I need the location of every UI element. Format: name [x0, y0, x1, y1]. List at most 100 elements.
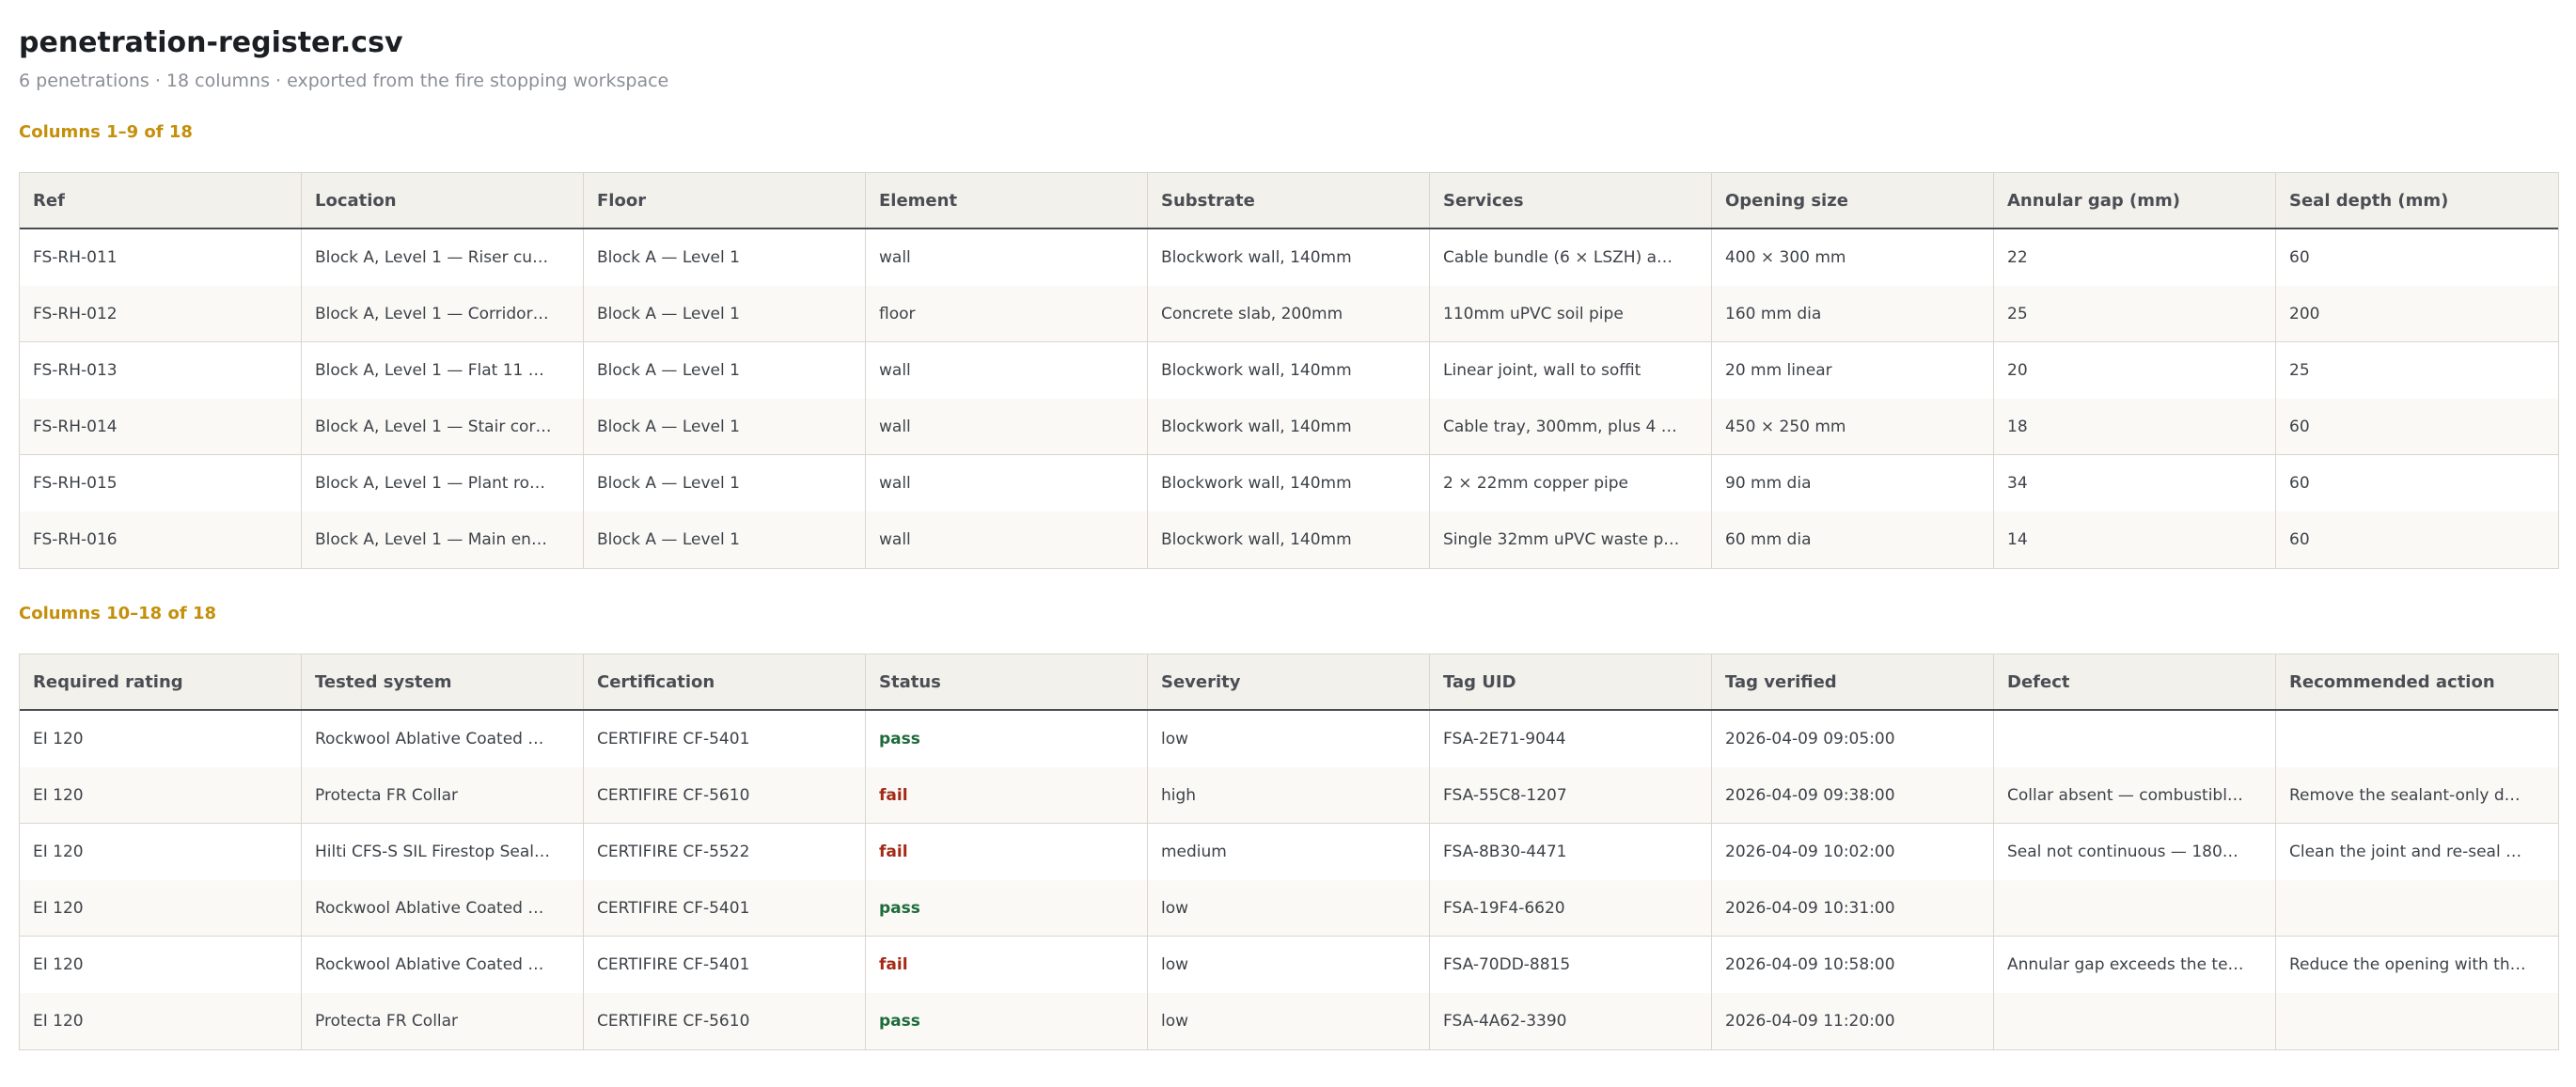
table-header-row: Ref Location Floor Element Substrate Services… [20, 173, 2558, 229]
column-header-label: Services [1443, 190, 1524, 211]
table-cell-recommended-action: Clean the joint and re-seal … [2276, 824, 2558, 880]
table-row[interactable]: FS-RH-013 Block A, Level 1 — Flat 11 … Blo… [20, 342, 2558, 399]
table-cell-annular-gap-mm: 14 [1994, 512, 2276, 568]
cell-value: high [1161, 785, 1197, 805]
table-cell-tested-system: Protecta FR Collar [302, 767, 584, 823]
column-header-element[interactable]: Element [866, 173, 1148, 228]
table-cell-defect: Seal not continuous — 180… [1994, 824, 2276, 880]
column-header-location[interactable]: Location [302, 173, 584, 228]
column-header-ref[interactable]: Ref [20, 173, 302, 228]
table-cell-seal-depth-mm: 60 [2276, 229, 2558, 286]
table-cell-services: 2 × 22mm copper pipe [1430, 455, 1712, 512]
table-cell-defect [1994, 993, 2276, 1049]
cell-value: Blockwork wall, 140mm [1161, 530, 1352, 549]
table-cell-required-rating: EI 120 [20, 711, 302, 767]
column-header-defect[interactable]: Defect [1994, 654, 2276, 709]
table-cell-seal-depth-mm: 60 [2276, 399, 2558, 454]
column-header-tested-system[interactable]: Tested system [302, 654, 584, 709]
column-header-services[interactable]: Services [1430, 173, 1712, 228]
column-header-seal-depth-mm[interactable]: Seal depth (mm) [2276, 173, 2558, 228]
table-cell-seal-depth-mm: 25 [2276, 342, 2558, 399]
cell-value: 25 [2007, 304, 2028, 323]
table-row[interactable]: EI 120 Rockwool Ablative Coated … CERTIFIR… [20, 880, 2558, 937]
table-row[interactable]: EI 120 Rockwool Ablative Coated … CERTIFIR… [20, 937, 2558, 993]
column-header-floor[interactable]: Floor [584, 173, 866, 228]
cell-value: 160 mm dia [1725, 304, 1822, 323]
table-row[interactable]: FS-RH-015 Block A, Level 1 — Plant ro… Blo… [20, 455, 2558, 512]
table-cell-element: floor [866, 286, 1148, 341]
column-header-label: Seal depth (mm) [2289, 190, 2449, 211]
table-cell-tag-verified: 2026-04-09 09:38:00 [1712, 767, 1994, 823]
cell-value: CERTIFIRE CF-5522 [597, 843, 750, 861]
cell-value: 2026-04-09 10:31:00 [1725, 898, 1895, 918]
cell-value: Concrete slab, 200mm [1161, 304, 1343, 323]
cell-value: 2026-04-09 10:58:00 [1725, 955, 1895, 974]
cell-value: 110mm uPVC soil pipe [1443, 304, 1624, 323]
cell-value: 2026-04-09 10:02:00 [1725, 843, 1895, 861]
column-header-recommended-action[interactable]: Recommended action [2276, 654, 2558, 709]
table-row[interactable]: EI 120 Rockwool Ablative Coated … CERTIFIR… [20, 711, 2558, 767]
table-row[interactable]: FS-RH-011 Block A, Level 1 — Riser cu… Blo… [20, 229, 2558, 286]
table-cell-opening-size: 90 mm dia [1712, 455, 1994, 512]
column-header-substrate[interactable]: Substrate [1148, 173, 1430, 228]
table-row[interactable]: FS-RH-014 Block A, Level 1 — Stair cor… Bl… [20, 399, 2558, 455]
cell-value: Block A, Level 1 — Stair cor… [315, 417, 552, 436]
table-cell-substrate: Concrete slab, 200mm [1148, 286, 1430, 341]
table-cell-defect: Annular gap exceeds the te… [1994, 937, 2276, 993]
cell-value: FS-RH-015 [33, 474, 118, 493]
table-cell-ref: FS-RH-016 [20, 512, 302, 568]
table-cell-services: Cable bundle (6 × LSZH) a… [1430, 229, 1712, 286]
cell-value: 400 × 300 mm [1725, 248, 1846, 267]
document-title: penetration-register.csv [19, 26, 403, 59]
column-header-severity[interactable]: Severity [1148, 654, 1430, 709]
column-header-tag-verified[interactable]: Tag verified [1712, 654, 1994, 709]
table-row[interactable]: EI 120 Protecta FR Collar CERTIFIRE CF-561… [20, 993, 2558, 1049]
table-cell-annular-gap-mm: 34 [1994, 455, 2276, 512]
cell-value: Cable bundle (6 × LSZH) a… [1443, 248, 1673, 267]
cell-value: FS-RH-014 [33, 417, 118, 436]
column-header-certification[interactable]: Certification [584, 654, 866, 709]
table-cell-floor: Block A — Level 1 [584, 399, 866, 454]
cell-value: Block A, Level 1 — Riser cu… [315, 248, 549, 267]
cell-value: Block A — Level 1 [597, 474, 740, 493]
cell-value: Block A, Level 1 — Corridor… [315, 304, 549, 323]
table-cell-severity: medium [1148, 824, 1430, 880]
table-cell-location: Block A, Level 1 — Flat 11 … [302, 342, 584, 399]
table-cell-required-rating: EI 120 [20, 993, 302, 1049]
table-row[interactable]: EI 120 Hilti CFS-S SIL Firestop Seal… CERT… [20, 824, 2558, 880]
cell-value: Protecta FR Collar [315, 785, 459, 805]
table-cell-required-rating: EI 120 [20, 880, 302, 936]
table-row[interactable]: EI 120 Protecta FR Collar CERTIFIRE CF-561… [20, 767, 2558, 824]
cell-value: 18 [2007, 417, 2028, 436]
table-cell-floor: Block A — Level 1 [584, 229, 866, 286]
column-header-label: Severity [1161, 671, 1241, 692]
cell-value: Block A, Level 1 — Main en… [315, 530, 547, 549]
table-cell-services: Cable tray, 300mm, plus 4 … [1430, 399, 1712, 454]
table-cell-certification: CERTIFIRE CF-5401 [584, 880, 866, 936]
column-header-label: Certification [597, 671, 715, 692]
table-row[interactable]: FS-RH-016 Block A, Level 1 — Main en… Bloc… [20, 512, 2558, 568]
cell-value: 2026-04-09 09:38:00 [1725, 785, 1895, 805]
column-header-tag-uid[interactable]: Tag UID [1430, 654, 1712, 709]
cell-value: FSA-2E71-9044 [1443, 730, 1566, 748]
column-header-label: Tag verified [1725, 671, 1837, 692]
table-cell-services: Linear joint, wall to soffit [1430, 342, 1712, 399]
column-header-required-rating[interactable]: Required rating [20, 654, 302, 709]
column-header-opening-size[interactable]: Opening size [1712, 173, 1994, 228]
table-cell-severity: high [1148, 767, 1430, 823]
table-cell-defect [1994, 880, 2276, 936]
table-cell-substrate: Blockwork wall, 140mm [1148, 512, 1430, 568]
document-subtitle: 6 penetrations · 18 columns · exported f… [19, 71, 669, 91]
status-badge: pass [879, 730, 920, 748]
cell-value: 2026-04-09 09:05:00 [1725, 730, 1895, 748]
cell-value: FS-RH-011 [33, 248, 118, 267]
table-cell-ref: FS-RH-015 [20, 455, 302, 512]
cell-value: CERTIFIRE CF-5401 [597, 898, 750, 918]
table-cell-defect [1994, 711, 2276, 767]
column-header-annular-gap-mm[interactable]: Annular gap (mm) [1994, 173, 2276, 228]
table-cell-severity: low [1148, 711, 1430, 767]
column-header-status[interactable]: Status [866, 654, 1148, 709]
cell-value: FSA-8B30-4471 [1443, 843, 1567, 861]
table-cell-element: wall [866, 512, 1148, 568]
table-row[interactable]: FS-RH-012 Block A, Level 1 — Corridor… Blo… [20, 286, 2558, 342]
